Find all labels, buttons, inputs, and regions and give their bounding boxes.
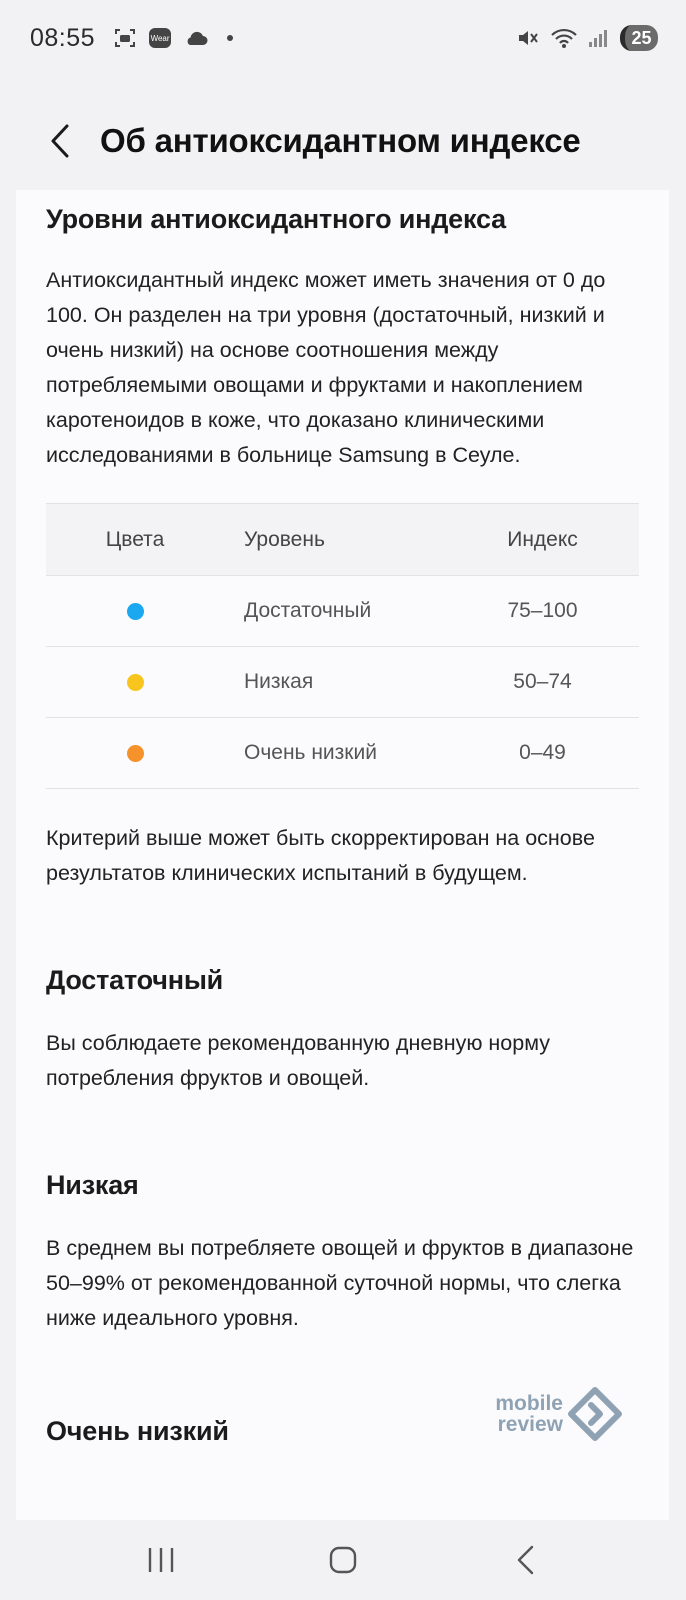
table-header-row: Цвета Уровень Индекс [46, 503, 639, 576]
table-row: Очень низкий 0–49 [46, 717, 639, 789]
cloud-icon [183, 28, 209, 48]
content-scroll-area[interactable]: Уровни антиоксидантного индекса Антиокси… [16, 190, 669, 1520]
level-cell: Низкая [224, 646, 446, 718]
header-level: Уровень [224, 503, 446, 576]
watermark-logo: mobile review [478, 1384, 628, 1444]
index-cell: 0–49 [446, 717, 639, 789]
status-left: 08:55 Wear [30, 23, 234, 53]
back-nav-button[interactable] [495, 1535, 555, 1585]
home-icon [329, 1546, 357, 1574]
color-dot-sufficient [126, 602, 144, 620]
index-cell: 75–100 [446, 575, 639, 647]
criteria-note: Критерий выше может быть скорректирован … [46, 826, 595, 885]
back-nav-icon [517, 1545, 534, 1575]
page-title: Об антиоксидантном индексе [100, 122, 581, 159]
header-index: Индекс [446, 503, 639, 576]
back-button[interactable] [40, 116, 80, 166]
table-row: Достаточный 75–100 [46, 575, 639, 647]
level-cell: Очень низкий [224, 717, 446, 789]
notification-dot-icon [227, 35, 234, 41]
recent-apps-icon [148, 1548, 174, 1572]
color-dot-low [126, 673, 144, 691]
status-bar: 08:55 Wear 25 [0, 0, 686, 76]
sufficient-section-title: Достаточный [46, 965, 224, 995]
level-cell: Достаточный [224, 575, 446, 647]
mobile-review-logo-icon [568, 1387, 622, 1441]
color-dot-very-low [126, 744, 144, 762]
status-time: 08:55 [30, 23, 96, 52]
index-cell: 50–74 [446, 646, 639, 718]
levels-table: Цвета Уровень Индекс Достаточный 75–100 … [46, 503, 639, 789]
levels-description: Антиоксидантный индекс может иметь значе… [46, 268, 606, 467]
battery-icon: 25 [620, 25, 658, 51]
low-section-title: Низкая [46, 1170, 139, 1200]
navigation-bar [0, 1520, 686, 1600]
watermark-line1: mobile [495, 1392, 563, 1415]
levels-section-title: Уровни антиоксидантного индекса [46, 204, 506, 234]
header-colors: Цвета [46, 503, 224, 576]
recent-apps-button[interactable] [131, 1535, 191, 1585]
home-button[interactable] [313, 1535, 373, 1585]
signal-icon [588, 27, 610, 49]
chevron-left-icon [51, 124, 69, 158]
mute-icon [516, 26, 540, 50]
wear-icon: Wear [149, 28, 172, 48]
sufficient-description: Вы соблюдаете рекомендованную дневную но… [46, 1031, 550, 1090]
low-description: В среднем вы потребляете овощей и фрукто… [46, 1236, 634, 1330]
screenshot-icon [113, 26, 137, 50]
watermark-line2: review [497, 1413, 563, 1436]
status-right: 25 [516, 25, 658, 51]
table-row: Низкая 50–74 [46, 646, 639, 718]
app-header: Об антиоксидантном индексе [0, 96, 686, 186]
wifi-icon [550, 26, 578, 50]
